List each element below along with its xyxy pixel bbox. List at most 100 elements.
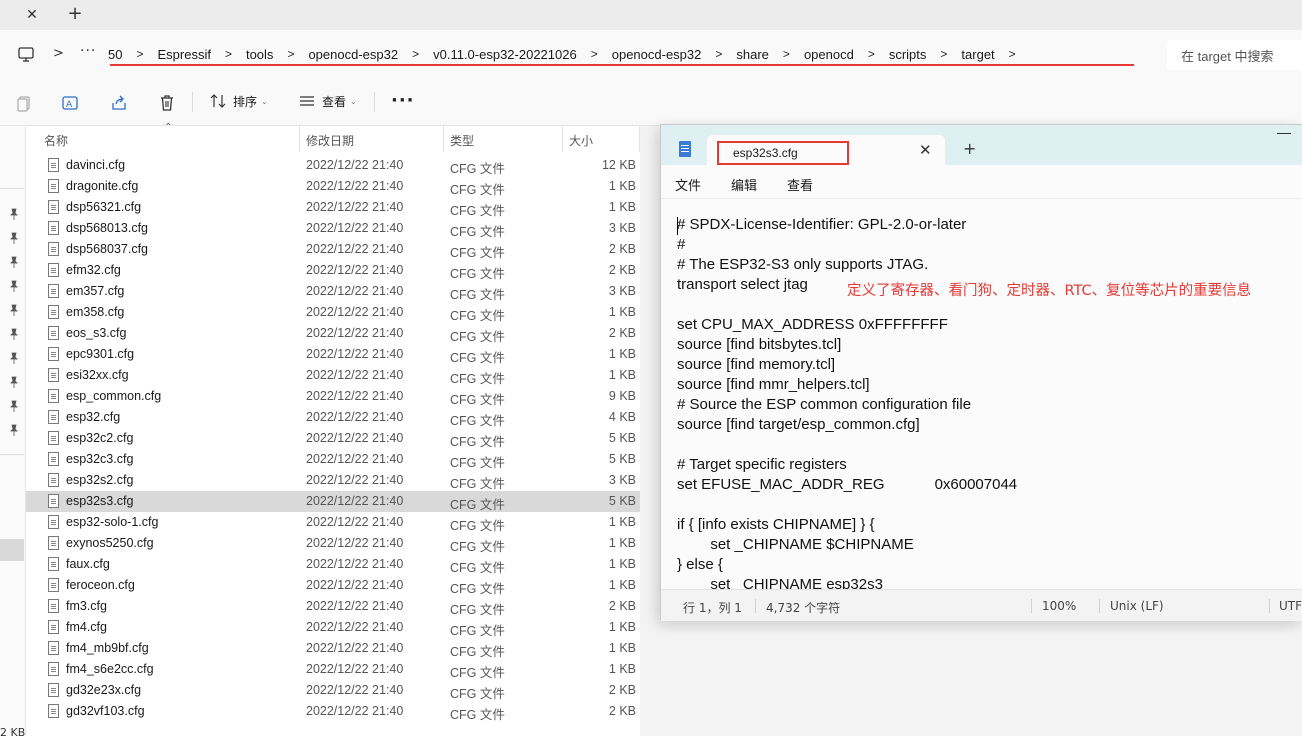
table-row[interactable]: dsp568037.cfg 2022/12/22 21:40 CFG 文件 2 KB (26, 239, 640, 260)
chevron-right-icon[interactable]: > (53, 46, 64, 61)
table-row[interactable]: fm3.cfg 2022/12/22 21:40 CFG 文件 2 KB (26, 596, 640, 617)
breadcrumb-item[interactable]: target (961, 47, 994, 62)
column-divider[interactable] (639, 126, 640, 152)
column-divider[interactable] (443, 126, 444, 152)
chevron-right-icon[interactable]: > (995, 47, 1030, 61)
breadcrumb-item[interactable]: tools (246, 47, 273, 62)
rename-icon[interactable]: A (61, 94, 79, 112)
column-header-name[interactable]: 名称 (44, 132, 68, 149)
sort-button[interactable]: 排序 ⌄ (209, 92, 268, 110)
column-header-date[interactable]: 修改日期 (306, 132, 354, 149)
table-row[interactable]: eos_s3.cfg 2022/12/22 21:40 CFG 文件 2 KB (26, 323, 640, 344)
notepad-title-bar[interactable]: esp32s3.cfg ✕ + (661, 125, 1302, 165)
close-icon[interactable]: ✕ (919, 141, 932, 159)
monitor-icon[interactable] (17, 45, 35, 63)
table-row[interactable]: dragonite.cfg 2022/12/22 21:40 CFG 文件 1 KB (26, 176, 640, 197)
chevron-right-icon[interactable]: > (854, 47, 889, 61)
pin-icon[interactable] (9, 376, 19, 388)
table-row[interactable]: dsp56321.cfg 2022/12/22 21:40 CFG 文件 1 KB (26, 197, 640, 218)
new-tab-button[interactable]: + (63, 3, 87, 25)
breadcrumb-item[interactable]: openocd-esp32 (612, 47, 702, 62)
breadcrumb-highlight-underline (110, 64, 1134, 66)
table-row[interactable]: davinci.cfg 2022/12/22 21:40 CFG 文件 12 KB (26, 155, 640, 176)
delete-icon[interactable] (158, 94, 176, 112)
file-type: CFG 文件 (450, 687, 505, 701)
zoom-level[interactable]: 100% (1042, 599, 1076, 613)
table-row[interactable]: esi32xx.cfg 2022/12/22 21:40 CFG 文件 1 KB (26, 365, 640, 386)
menu-edit[interactable]: 编辑 (731, 175, 757, 194)
table-row[interactable]: esp32s3.cfg 2022/12/22 21:40 CFG 文件 5 KB (26, 491, 640, 512)
chevron-right-icon[interactable]: > (701, 47, 736, 61)
close-tab-button[interactable]: ✕ (20, 4, 44, 26)
line-ending[interactable]: Unix (LF) (1110, 599, 1164, 613)
chevron-right-icon[interactable]: > (769, 47, 804, 61)
pin-icon[interactable] (9, 352, 19, 364)
view-button[interactable]: 查看 ⌄ (298, 92, 357, 110)
table-row[interactable]: epc9301.cfg 2022/12/22 21:40 CFG 文件 1 KB (26, 344, 640, 365)
table-row[interactable]: faux.cfg 2022/12/22 21:40 CFG 文件 1 KB (26, 554, 640, 575)
file-name: fm3.cfg (66, 599, 107, 613)
chevron-right-icon[interactable]: > (926, 47, 961, 61)
column-divider[interactable] (299, 126, 300, 152)
table-row[interactable]: fm4_s6e2cc.cfg 2022/12/22 21:40 CFG 文件 1 KB (26, 659, 640, 680)
table-row[interactable]: efm32.cfg 2022/12/22 21:40 CFG 文件 2 KB (26, 260, 640, 281)
pin-icon[interactable] (9, 424, 19, 436)
see-more-button[interactable]: ··· (391, 90, 415, 111)
table-row[interactable]: esp32c3.cfg 2022/12/22 21:40 CFG 文件 5 KB (26, 449, 640, 470)
pin-icon[interactable] (9, 232, 19, 244)
menu-view[interactable]: 查看 (787, 175, 813, 194)
file-name: esp32.cfg (66, 410, 121, 424)
breadcrumb-item[interactable]: 50 (108, 47, 122, 62)
table-row[interactable]: esp32-solo-1.cfg 2022/12/22 21:40 CFG 文件 1 … (26, 512, 640, 533)
file-size: 2 KB (608, 599, 636, 613)
table-row[interactable]: em358.cfg 2022/12/22 21:40 CFG 文件 1 KB (26, 302, 640, 323)
table-row[interactable]: exynos5250.cfg 2022/12/22 21:40 CFG 文件 1 KB (26, 533, 640, 554)
chevron-right-icon[interactable]: > (398, 47, 433, 61)
pin-icon[interactable] (9, 304, 19, 316)
search-input[interactable]: 在 target 中搜索 (1167, 40, 1302, 70)
column-header-size[interactable]: 大小 (569, 132, 593, 149)
text-editor[interactable]: # SPDX-License-Identifier: GPL-2.0-or-la… (661, 199, 1302, 589)
table-row[interactable]: esp32c2.cfg 2022/12/22 21:40 CFG 文件 5 KB (26, 428, 640, 449)
menu-file[interactable]: 文件 (675, 175, 701, 194)
chevron-right-icon[interactable]: > (122, 47, 157, 61)
breadcrumb-item[interactable]: scripts (889, 47, 927, 62)
file-size: 1 KB (608, 368, 636, 382)
share-icon[interactable] (110, 94, 128, 112)
column-divider[interactable] (562, 126, 563, 152)
breadcrumb-item[interactable]: Espressif (157, 47, 210, 62)
new-tab-button[interactable]: + (963, 139, 976, 158)
pin-icon[interactable] (9, 280, 19, 292)
chevron-right-icon[interactable]: > (211, 47, 246, 61)
file-type: CFG 文件 (450, 351, 505, 365)
table-row[interactable]: feroceon.cfg 2022/12/22 21:40 CFG 文件 1 KB (26, 575, 640, 596)
file-type: CFG 文件 (450, 561, 505, 575)
pin-icon[interactable] (9, 328, 19, 340)
pin-icon[interactable] (9, 208, 19, 220)
breadcrumb-item[interactable]: v0.11.0-esp32-20221026 (433, 47, 577, 62)
pin-icon[interactable] (9, 256, 19, 268)
chevron-right-icon[interactable]: > (577, 47, 612, 61)
table-row[interactable]: fm4_mb9bf.cfg 2022/12/22 21:40 CFG 文件 1 KB (26, 638, 640, 659)
table-row[interactable]: esp32s2.cfg 2022/12/22 21:40 CFG 文件 3 KB (26, 470, 640, 491)
address-overflow-button[interactable]: ··· (80, 43, 96, 59)
table-row[interactable]: fm4.cfg 2022/12/22 21:40 CFG 文件 1 KB (26, 617, 640, 638)
table-row[interactable]: esp_common.cfg 2022/12/22 21:40 CFG 文件 9 KB (26, 386, 640, 407)
pin-icon[interactable] (9, 400, 19, 412)
breadcrumb-item[interactable]: openocd-esp32 (308, 47, 398, 62)
copy-icon[interactable] (15, 94, 33, 112)
notepad-tab[interactable]: esp32s3.cfg ✕ (707, 135, 945, 165)
nav-selected-item[interactable] (0, 539, 24, 561)
file-type: CFG 文件 (450, 519, 505, 533)
column-header-type[interactable]: 类型 (450, 132, 474, 149)
table-row[interactable]: gd32e23x.cfg 2022/12/22 21:40 CFG 文件 2 KB (26, 680, 640, 701)
table-row[interactable]: esp32.cfg 2022/12/22 21:40 CFG 文件 4 KB (26, 407, 640, 428)
table-row[interactable]: em357.cfg 2022/12/22 21:40 CFG 文件 3 KB (26, 281, 640, 302)
table-row[interactable]: dsp568013.cfg 2022/12/22 21:40 CFG 文件 3 KB (26, 218, 640, 239)
breadcrumb-item[interactable]: share (736, 47, 769, 62)
table-row[interactable]: gd32vf103.cfg 2022/12/22 21:40 CFG 文件 2 KB (26, 701, 640, 722)
minimize-icon[interactable] (1277, 133, 1291, 134)
breadcrumb-item[interactable]: openocd (804, 47, 854, 62)
chevron-right-icon[interactable]: > (273, 47, 308, 61)
encoding[interactable]: UTF-8 (1279, 599, 1302, 613)
